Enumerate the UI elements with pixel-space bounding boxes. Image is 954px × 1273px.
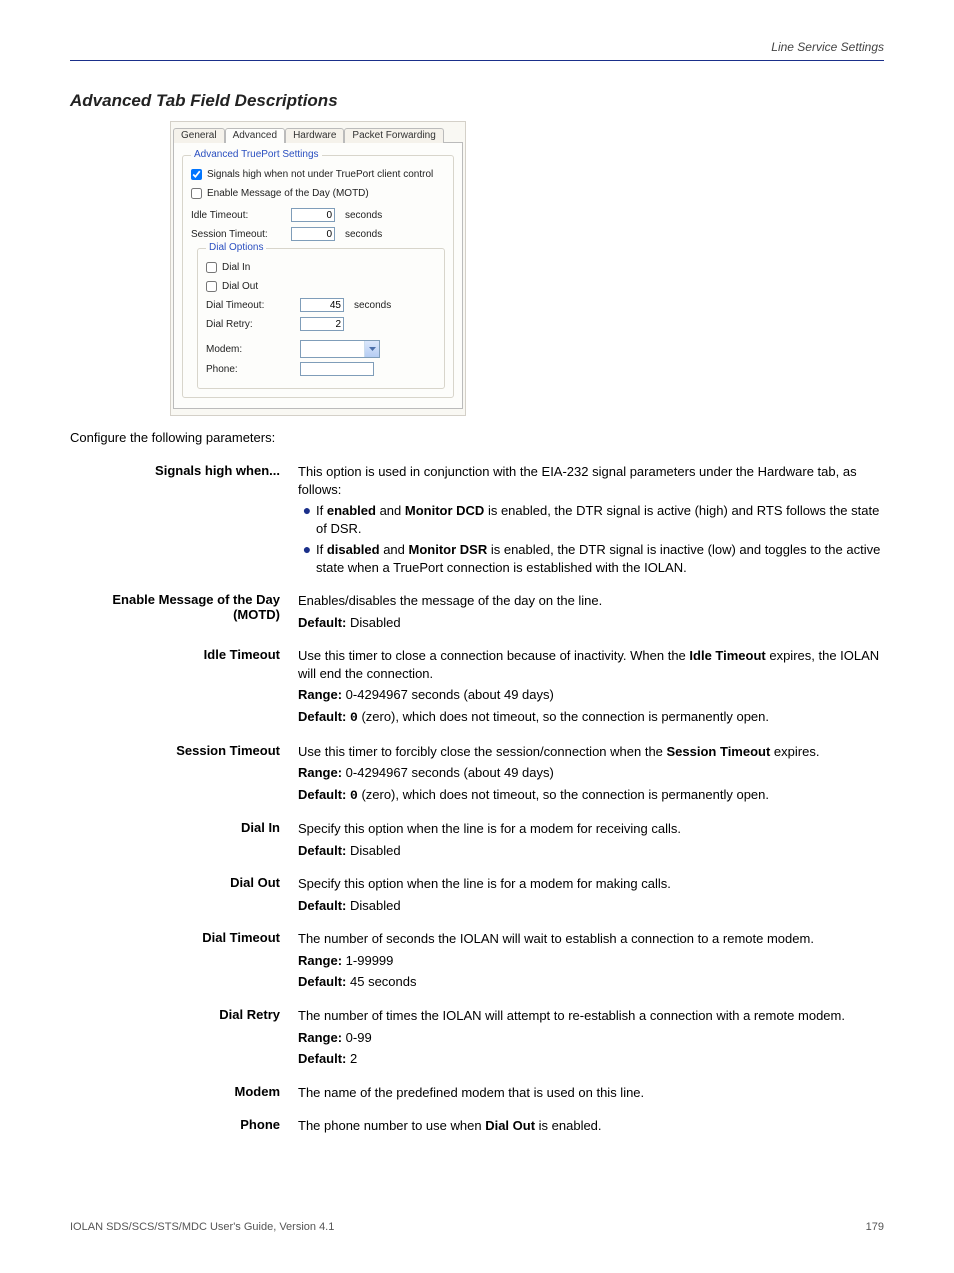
input-phone[interactable] — [300, 362, 374, 376]
group-legend-advanced: Advanced TruePort Settings — [191, 149, 322, 160]
checkbox-motd[interactable] — [191, 188, 202, 199]
label-modem: Modem: — [206, 344, 300, 355]
input-dial-retry[interactable] — [300, 317, 344, 331]
field-description: Specify this option when the line is for… — [298, 875, 884, 914]
checkbox-signals-high[interactable] — [191, 169, 202, 180]
input-idle-timeout[interactable] — [291, 208, 335, 222]
checkbox-dial-in[interactable] — [206, 262, 217, 273]
unit-session-timeout: seconds — [345, 229, 382, 240]
page-footer: IOLAN SDS/SCS/STS/MDC User's Guide, Vers… — [70, 1215, 884, 1233]
unit-idle-timeout: seconds — [345, 210, 382, 221]
field-description: Specify this option when the line is for… — [298, 820, 884, 859]
tab-packet-forwarding[interactable]: Packet Forwarding — [344, 128, 443, 143]
checkbox-dial-out[interactable] — [206, 281, 217, 292]
group-dial-options: Dial Options Dial In Dial Out Dial Timeo… — [197, 248, 445, 389]
field-row: Dial OutSpecify this option when the lin… — [70, 875, 884, 914]
bullet-icon: ● — [298, 502, 316, 537]
field-description: This option is used in conjunction with … — [298, 463, 884, 576]
field-label: Idle Timeout — [70, 647, 298, 662]
field-description: Use this timer to forcibly close the ses… — [298, 743, 884, 805]
field-label: Phone — [70, 1117, 298, 1132]
dropdown-modem[interactable] — [300, 340, 380, 358]
footer-right: 179 — [866, 1221, 884, 1233]
field-row: Dial RetryThe number of times the IOLAN … — [70, 1007, 884, 1068]
chevron-down-icon — [364, 341, 379, 357]
tabstrip: General Advanced Hardware Packet Forward… — [173, 124, 463, 142]
field-description: The number of seconds the IOLAN will wai… — [298, 930, 884, 991]
tab-general[interactable]: General — [173, 128, 225, 143]
label-dial-timeout: Dial Timeout: — [206, 300, 300, 311]
field-label: Dial In — [70, 820, 298, 835]
bullet-icon: ● — [298, 541, 316, 576]
field-row: Enable Message of the Day (MOTD)Enables/… — [70, 592, 884, 631]
label-dial-retry: Dial Retry: — [206, 319, 300, 330]
field-row: Dial TimeoutThe number of seconds the IO… — [70, 930, 884, 991]
group-advanced-trueport: Advanced TruePort Settings Signals high … — [182, 155, 454, 398]
settings-dialog: General Advanced Hardware Packet Forward… — [170, 121, 466, 416]
field-description: The name of the predefined modem that is… — [298, 1084, 884, 1102]
input-session-timeout[interactable] — [291, 227, 335, 241]
field-label: Enable Message of the Day (MOTD) — [70, 592, 298, 622]
field-description: The number of times the IOLAN will attem… — [298, 1007, 884, 1068]
input-dial-timeout[interactable] — [300, 298, 344, 312]
label-signals-high: Signals high when not under TruePort cli… — [207, 169, 433, 180]
field-row: Session TimeoutUse this timer to forcibl… — [70, 743, 884, 805]
field-description: Use this timer to close a connection bec… — [298, 647, 884, 726]
row-dial-retry: Dial Retry: — [206, 316, 436, 332]
row-idle-timeout: Idle Timeout: seconds — [191, 207, 445, 223]
field-row: PhoneThe phone number to use when Dial O… — [70, 1117, 884, 1135]
configure-lead: Configure the following parameters: — [70, 430, 884, 445]
group-legend-dial: Dial Options — [206, 242, 266, 253]
field-label: Dial Retry — [70, 1007, 298, 1022]
field-label: Modem — [70, 1084, 298, 1099]
label-dial-in: Dial In — [222, 262, 250, 273]
tab-panel-advanced: Advanced TruePort Settings Signals high … — [173, 142, 463, 409]
field-label: Signals high when... — [70, 463, 298, 478]
row-modem: Modem: — [206, 340, 436, 358]
unit-dial-timeout: seconds — [354, 300, 391, 311]
footer-left: IOLAN SDS/SCS/STS/MDC User's Guide, Vers… — [70, 1221, 334, 1233]
label-motd: Enable Message of the Day (MOTD) — [207, 188, 369, 199]
field-descriptions: Signals high when...This option is used … — [70, 463, 884, 1135]
field-row: Signals high when...This option is used … — [70, 463, 884, 576]
tab-advanced[interactable]: Advanced — [225, 128, 285, 143]
field-row: ModemThe name of the predefined modem th… — [70, 1084, 884, 1102]
field-label: Dial Out — [70, 875, 298, 890]
row-phone: Phone: — [206, 361, 436, 377]
field-label: Dial Timeout — [70, 930, 298, 945]
row-dial-in: Dial In — [206, 259, 436, 275]
row-dial-out: Dial Out — [206, 278, 436, 294]
dropdown-modem-value — [301, 341, 364, 357]
field-row: Idle TimeoutUse this timer to close a co… — [70, 647, 884, 726]
tab-hardware[interactable]: Hardware — [285, 128, 344, 143]
page-header: Line Service Settings — [70, 40, 884, 61]
label-phone: Phone: — [206, 364, 300, 375]
row-session-timeout: Session Timeout: seconds — [191, 226, 445, 242]
field-row: Dial InSpecify this option when the line… — [70, 820, 884, 859]
label-session-timeout: Session Timeout: — [191, 229, 291, 240]
label-idle-timeout: Idle Timeout: — [191, 210, 291, 221]
row-signals-high: Signals high when not under TruePort cli… — [191, 166, 445, 182]
row-dial-timeout: Dial Timeout: seconds — [206, 297, 436, 313]
label-dial-out: Dial Out — [222, 281, 258, 292]
row-motd: Enable Message of the Day (MOTD) — [191, 185, 445, 201]
field-label: Session Timeout — [70, 743, 298, 758]
field-description: Enables/disables the message of the day … — [298, 592, 884, 631]
section-title: Advanced Tab Field Descriptions — [70, 91, 884, 111]
field-description: The phone number to use when Dial Out is… — [298, 1117, 884, 1135]
header-right: Line Service Settings — [771, 40, 884, 54]
